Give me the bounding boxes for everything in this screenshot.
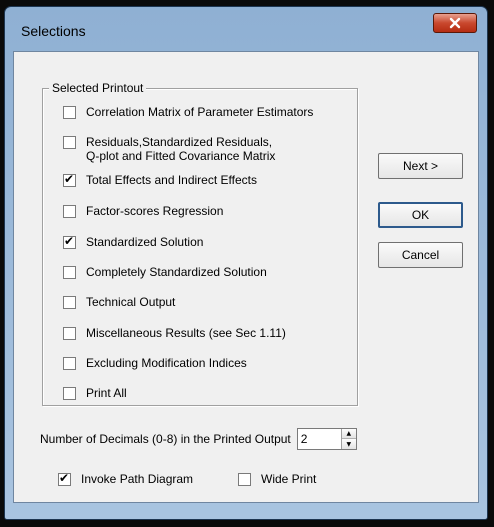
option-label: Miscellaneous Results (see Sec 1.11) (86, 326, 286, 340)
decimals-label: Number of Decimals (0-8) in the Printed … (40, 432, 291, 446)
option-label: Technical Output (86, 295, 176, 309)
title-bar[interactable]: Selections (5, 7, 487, 51)
checkbox[interactable] (63, 172, 76, 187)
option-wide-print[interactable]: Wide Print (238, 472, 316, 486)
selected-printout-group: Selected Printout Correlation Matrix of … (42, 81, 358, 406)
decimals-value[interactable]: 2 (301, 432, 308, 446)
decimals-stepper[interactable]: 2 ▲ ▼ (296, 428, 357, 450)
option-technical-output[interactable]: Technical Output (63, 295, 175, 309)
option-miscellaneous[interactable]: Miscellaneous Results (see Sec 1.11) (63, 326, 286, 340)
checkbox[interactable] (63, 234, 76, 249)
option-factor-scores[interactable]: Factor-scores Regression (63, 204, 223, 218)
option-completely-standardized[interactable]: Completely Standardized Solution (63, 265, 267, 279)
option-label: Residuals,Standardized Residuals, Q-plot… (86, 135, 276, 163)
checkbox[interactable] (63, 296, 76, 309)
option-label: Correlation Matrix of Parameter Estimato… (86, 105, 314, 119)
option-total-effects[interactable]: Total Effects and Indirect Effects (63, 172, 257, 187)
stepper-down-arrow-icon[interactable]: ▼ (341, 439, 356, 449)
checkbox[interactable] (63, 266, 76, 279)
decimals-row: Number of Decimals (0-8) in the Printed … (40, 428, 357, 450)
option-label: Standardized Solution (86, 235, 204, 249)
stepper-up-arrow-icon[interactable]: ▲ (341, 429, 356, 439)
option-label: Invoke Path Diagram (81, 472, 194, 486)
option-label: Wide Print (261, 472, 317, 486)
ok-button[interactable]: OK (378, 202, 463, 228)
cancel-button[interactable]: Cancel (378, 242, 463, 268)
option-excluding-mod-indices[interactable]: Excluding Modification Indices (63, 356, 247, 370)
checkbox[interactable] (63, 357, 76, 370)
checkbox[interactable] (238, 472, 251, 486)
stepper-buttons: ▲ ▼ (340, 429, 356, 449)
checkbox[interactable] (63, 387, 76, 400)
option-standardized-solution[interactable]: Standardized Solution (63, 234, 204, 249)
checkbox[interactable] (63, 136, 76, 149)
option-label: Factor-scores Regression (86, 204, 224, 218)
option-label: Completely Standardized Solution (86, 265, 267, 279)
option-label: Total Effects and Indirect Effects (86, 173, 257, 187)
checkbox[interactable] (58, 471, 71, 486)
option-label: Excluding Modification Indices (86, 356, 247, 370)
selections-dialog: Selections Selected Printout Correlation… (4, 6, 488, 520)
option-invoke-path-diagram[interactable]: Invoke Path Diagram (58, 471, 194, 486)
checkbox[interactable] (63, 205, 76, 218)
dialog-body: Selected Printout Correlation Matrix of … (13, 51, 479, 503)
group-legend: Selected Printout (49, 81, 147, 95)
window-title: Selections (21, 23, 86, 39)
close-button[interactable] (433, 13, 477, 33)
option-residuals[interactable]: Residuals,Standardized Residuals, Q-plot… (63, 135, 275, 163)
checkbox[interactable] (63, 106, 76, 119)
option-correlation-matrix[interactable]: Correlation Matrix of Parameter Estimato… (63, 105, 313, 119)
next-button[interactable]: Next > (378, 153, 463, 179)
option-label: Print All (86, 386, 127, 400)
close-icon (449, 17, 461, 29)
checkbox[interactable] (63, 327, 76, 340)
option-print-all[interactable]: Print All (63, 386, 127, 400)
